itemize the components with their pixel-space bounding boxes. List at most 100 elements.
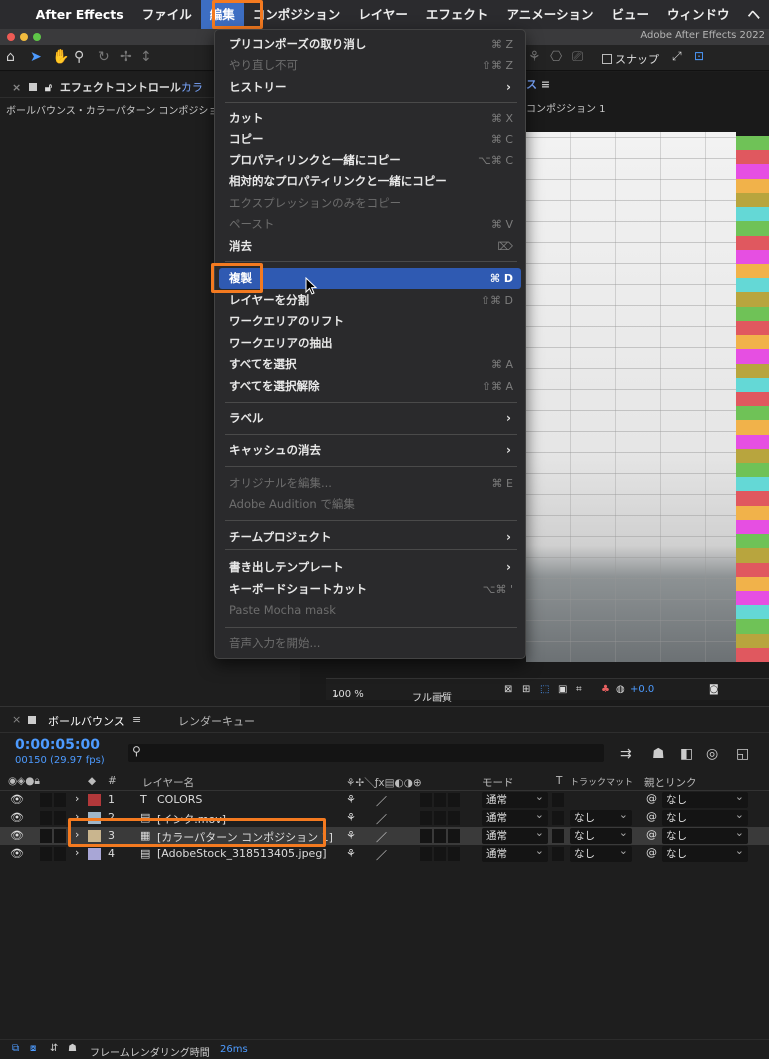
zoom-window-button[interactable] <box>33 33 41 41</box>
blend-mode-dropdown[interactable]: 通常 <box>482 807 548 826</box>
audio-switch[interactable] <box>40 811 52 825</box>
roto-tool-icon[interactable]: ⎔ <box>550 49 562 65</box>
visibility-eye-icon[interactable]: 👁︎ <box>10 847 24 860</box>
audio-switch[interactable] <box>40 829 52 843</box>
visibility-eye-icon[interactable]: 👁︎ <box>10 829 24 842</box>
parent-dropdown[interactable]: なし <box>662 843 748 862</box>
grid-guides-icon[interactable]: ⌗ <box>576 684 582 695</box>
region-of-interest-icon[interactable]: ▣ <box>558 684 567 695</box>
transparency-grid-icon[interactable]: ⊞ <box>522 684 530 695</box>
transfer-controls-toggle-icon[interactable]: ⧇ <box>30 1043 36 1054</box>
label-color-swatch[interactable] <box>88 812 101 824</box>
pick-whip-icon[interactable]: @ <box>646 846 657 859</box>
layer-name[interactable]: [AdobeStock_318513405.jpeg] <box>157 847 327 860</box>
track-matte-dropdown[interactable]: なし <box>570 807 632 826</box>
anchor-tool-icon[interactable]: ✢ <box>120 49 132 65</box>
close-tab-icon[interactable]: × <box>12 81 25 94</box>
solo-switch[interactable] <box>54 811 66 825</box>
menu-animation[interactable]: アニメーション <box>497 0 602 29</box>
menu-item-undo-precompose[interactable]: プリコンポーズの取り消し ⌘ Z <box>219 34 521 55</box>
switch-cell[interactable] <box>448 793 460 807</box>
rotate-tool-icon[interactable]: ↻ <box>98 49 110 65</box>
motion-blur-icon[interactable]: ◎ <box>706 746 718 762</box>
in-out-toggle-icon[interactable]: ⇵ <box>50 1043 58 1054</box>
minimize-window-button[interactable] <box>20 33 28 41</box>
menu-item-purge[interactable]: キャッシュの消去 › <box>219 440 521 461</box>
track-matte-dropdown[interactable]: なし <box>570 825 632 844</box>
menu-item-deselect-all[interactable]: すべてを選択解除 ⇧⌘ A <box>219 376 521 397</box>
menu-item-split-layer[interactable]: レイヤーを分割 ⇧⌘ D <box>219 290 521 311</box>
tab-ball-bounce[interactable]: ボールバウンス <box>48 713 125 729</box>
switch-cell[interactable] <box>420 829 432 843</box>
layer-name-header[interactable]: レイヤー名 <box>142 775 194 790</box>
close-tab-icon[interactable]: × <box>12 713 21 726</box>
menu-edit[interactable]: 編集 <box>200 0 244 29</box>
solo-switch[interactable] <box>54 793 66 807</box>
layer-name[interactable]: [カラーパターン コンポジション 1] <box>157 829 333 845</box>
menu-item-clear[interactable]: 消去 ⌦ <box>219 236 521 257</box>
snap-options-icon[interactable]: ⤢ <box>672 49 682 64</box>
snap-target-icon[interactable]: ⊡ <box>694 49 704 63</box>
audio-switch[interactable] <box>40 847 52 861</box>
menu-item-label[interactable]: ラベル › <box>219 408 521 429</box>
quality-switch-icon[interactable]: ／ <box>376 811 387 827</box>
switch-cell[interactable] <box>448 829 460 843</box>
close-window-button[interactable] <box>7 33 15 41</box>
lock-icon[interactable]: 🔓︎ <box>45 81 52 94</box>
channel-icon[interactable]: ♣ <box>601 684 610 695</box>
switch-cell[interactable] <box>434 811 446 825</box>
layer-row[interactable]: 👁︎ › 2 ▤ [インク.mov] ⚘ ／ 通常 なし @ なし <box>0 807 769 827</box>
puppet-tool-icon[interactable]: ⚘ <box>528 49 541 65</box>
menu-composition[interactable]: コンポジション <box>244 0 350 29</box>
menu-item-templates[interactable]: 書き出しテンプレート › <box>219 557 521 578</box>
home-icon[interactable]: ⌂ <box>6 49 15 65</box>
layer-name[interactable]: [インク.mov] <box>157 811 226 827</box>
layer-search-input[interactable]: ⚲ <box>128 744 604 762</box>
switch-cell[interactable] <box>448 847 460 861</box>
menu-item-extract-work-area[interactable]: ワークエリアの抽出 <box>219 333 521 354</box>
menu-view[interactable]: ビュー <box>602 0 658 29</box>
current-time-display[interactable]: 0:00:05:00 <box>15 737 100 753</box>
menu-item-team-project[interactable]: チームプロジェクト › <box>219 527 521 548</box>
shy-switch-icon[interactable]: ⚘ <box>346 847 356 860</box>
pick-whip-icon[interactable]: @ <box>646 828 657 841</box>
switch-cell[interactable] <box>420 811 432 825</box>
preserve-transparency-cell[interactable] <box>552 793 564 807</box>
switch-cell[interactable] <box>434 847 446 861</box>
snap-checkbox[interactable]: スナップ <box>602 51 659 67</box>
layer-row[interactable]: 👁︎ › 1 T COLORS ⚘ ／ 通常 @ なし <box>0 789 769 809</box>
hand-tool-icon[interactable]: ✋ <box>52 49 69 65</box>
switch-cell[interactable] <box>434 793 446 807</box>
menu-item-duplicate[interactable]: 複製 ⌘ D <box>219 268 521 289</box>
composition-tab[interactable]: ス ≡ <box>526 72 550 98</box>
shy-switch-icon[interactable]: ⚘ <box>346 793 356 806</box>
menu-item-copy-with-property-links[interactable]: プロパティリンクと一緒にコピー ⌥⌘ C <box>219 150 521 171</box>
layer-name[interactable]: COLORS <box>157 793 202 806</box>
parent-dropdown[interactable]: なし <box>662 807 748 826</box>
panel-menu-icon[interactable]: ≡ <box>541 78 550 91</box>
color-management-icon[interactable]: ◍ <box>616 684 625 695</box>
graph-editor-icon[interactable]: ◱ <box>736 746 749 762</box>
menu-window[interactable]: ウィンドウ <box>658 0 739 29</box>
switch-cell[interactable] <box>434 829 446 843</box>
label-color-swatch[interactable] <box>88 830 101 842</box>
label-color-swatch[interactable] <box>88 848 101 860</box>
menu-item-lift-work-area[interactable]: ワークエリアのリフト <box>219 311 521 332</box>
menu-help[interactable]: ヘ <box>738 0 769 29</box>
solo-switch[interactable] <box>54 829 66 843</box>
menu-layer[interactable]: レイヤー <box>349 0 417 29</box>
menu-effect[interactable]: エフェクト <box>417 0 498 29</box>
switch-cell[interactable] <box>420 847 432 861</box>
menu-file[interactable]: ファイル <box>133 0 201 29</box>
menu-app-name[interactable]: After Effects <box>32 0 133 29</box>
preserve-transparency-cell[interactable] <box>552 829 564 843</box>
shy-switch-icon[interactable]: ⚘ <box>346 811 356 824</box>
comp-mini-flowchart-icon[interactable]: ⇉ <box>620 746 632 762</box>
expand-chevron-icon[interactable]: › <box>75 810 79 823</box>
render-time-toggle-icon[interactable]: ☗ <box>68 1043 77 1054</box>
visibility-eye-icon[interactable]: 👁︎ <box>10 793 24 806</box>
switch-cell[interactable] <box>448 811 460 825</box>
expand-chevron-icon[interactable]: › <box>75 828 79 841</box>
quality-switch-icon[interactable]: ／ <box>376 793 387 809</box>
shy-layers-icon[interactable]: ☗ <box>652 746 665 762</box>
